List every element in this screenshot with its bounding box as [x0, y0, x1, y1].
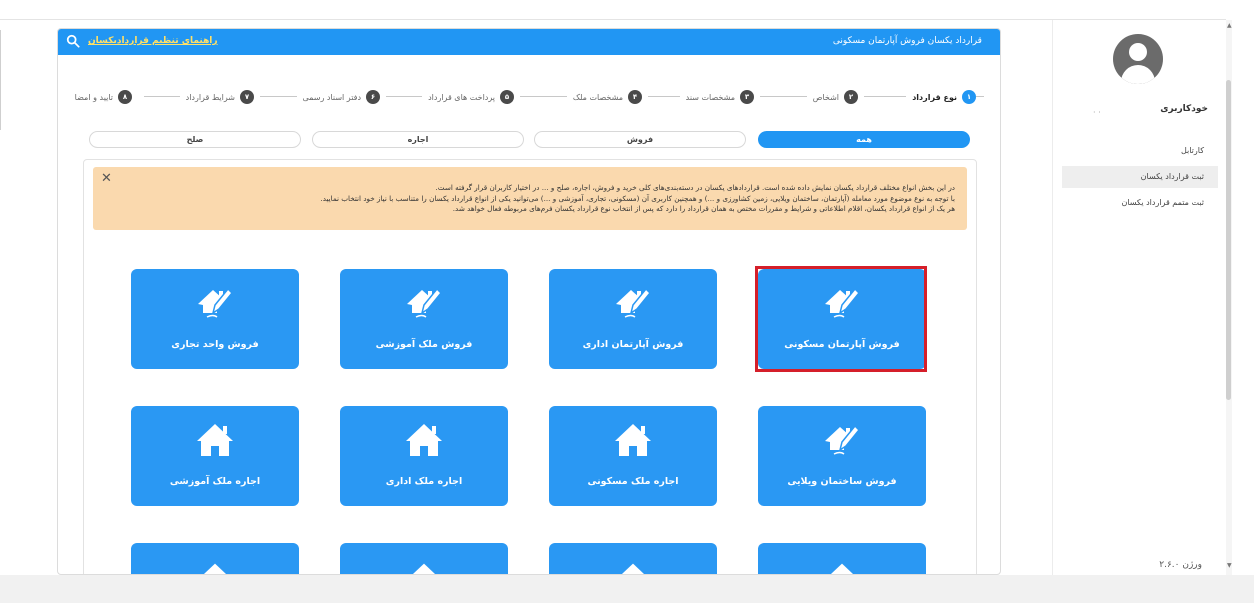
tile-label: فروش ملک آموزشی [375, 339, 473, 350]
step-label: نوع قرارداد [912, 92, 957, 102]
house-pen-icon [198, 287, 234, 318]
card-header: قرارداد یکسان فروش آپارتمان مسکونی راهنم… [58, 29, 1000, 55]
tile-sale-commercial-unit[interactable]: فروش واحد تجاری [131, 269, 299, 369]
sidebar-item-register-addendum[interactable]: ثبت متمم قرارداد یکسان [1062, 192, 1218, 214]
tile-partial[interactable] [758, 543, 926, 574]
tab-settlement[interactable]: صلح [89, 131, 301, 148]
step-number: ۳ [740, 90, 754, 104]
house-pen-icon [407, 287, 443, 318]
tile-rent-residential-property[interactable]: اجاره ملک مسکونی [549, 406, 717, 506]
bottom-band [0, 575, 1254, 603]
tile-label: اجاره ملک آموزشی [169, 476, 261, 487]
stepper: ۱ نوع قرارداد ۲ اشخاص ۳ مشخصات سند ۴ مشخ… [58, 87, 1000, 107]
left-divider [0, 30, 1, 130]
alert-line: هر یک از انواع قرارداد یکسان، اقلام اطلا… [452, 204, 955, 213]
step-number: ۸ [118, 90, 132, 104]
tile-label: فروش آپارتمان اداری [582, 339, 684, 350]
house-icon [830, 563, 854, 574]
top-divider [0, 19, 1226, 20]
scroll-down-icon[interactable]: ▼ [1227, 562, 1232, 569]
step-payments[interactable]: ۵ پرداخت های قرارداد [422, 89, 520, 105]
house-pen-icon [825, 287, 861, 318]
alert-line: در این بخش انواع مختلف قرارداد یکسان نما… [435, 183, 955, 192]
user-name-dots: · · [1093, 108, 1101, 117]
house-icon [621, 563, 645, 574]
step-label: اشخاص [812, 92, 839, 102]
tab-sale[interactable]: فروش [534, 131, 746, 148]
search-icon[interactable] [66, 34, 80, 48]
info-alert: ✕ در این بخش انواع مختلف قرارداد یکسان ن… [93, 167, 967, 230]
guide-link[interactable]: راهنمای تنظیم قراردادیکسان [88, 36, 218, 46]
house-icon [406, 424, 442, 456]
step-label: مشخصات سند [685, 92, 735, 102]
tile-label: فروش آپارتمان مسکونی [784, 339, 900, 350]
step-notary-office[interactable]: ۶ دفتر اسناد رسمی [296, 89, 386, 105]
step-contract-terms[interactable]: ۷ شرایط قرارداد [179, 89, 260, 105]
step-label: تایید و امضا [74, 92, 113, 102]
step-number: ۱ [962, 90, 976, 104]
step-confirm-sign[interactable]: ۸ تایید و امضا [74, 89, 138, 105]
tile-label: اجاره ملک مسکونی [587, 476, 679, 487]
step-number: ۴ [628, 90, 642, 104]
avatar-icon[interactable] [1113, 34, 1163, 84]
house-icon [197, 424, 233, 456]
step-number: ۲ [844, 90, 858, 104]
scrollbar[interactable] [1226, 20, 1232, 575]
tab-all[interactable]: همه [758, 131, 970, 148]
tile-sale-educational-property[interactable]: فروش ملک آموزشی [340, 269, 508, 369]
step-property-details[interactable]: ۴ مشخصات ملک [566, 89, 648, 105]
tile-sale-villa-building[interactable]: فروش ساختمان ویلایی [758, 406, 926, 506]
tile-label: فروش واحد تجاری [171, 339, 259, 350]
tile-label: اجاره ملک اداری [385, 476, 463, 487]
sidebar-item-register-contract[interactable]: ثبت قرارداد یکسان [1062, 166, 1218, 188]
house-icon [615, 424, 651, 456]
step-label: شرایط قرارداد [185, 92, 235, 102]
tile-label: فروش ساختمان ویلایی [787, 476, 897, 487]
scrollbar-thumb[interactable] [1226, 80, 1231, 400]
step-parties[interactable]: ۲ اشخاص [806, 89, 864, 105]
step-label: دفتر اسناد رسمی [302, 92, 362, 102]
tile-rent-educational-property[interactable]: اجاره ملک آموزشی [131, 406, 299, 506]
house-icon [412, 563, 436, 574]
tile-partial[interactable] [131, 543, 299, 574]
sidebar: خودکاربری · · کارتابل ثبت قرارداد یکسان … [1052, 20, 1226, 575]
house-pen-icon [825, 424, 861, 455]
tile-rent-office-property[interactable]: اجاره ملک اداری [340, 406, 508, 506]
step-contract-type[interactable]: ۱ نوع قرارداد [906, 89, 976, 105]
sidebar-item-dashboard[interactable]: کارتابل [1062, 140, 1218, 162]
scroll-up-icon[interactable]: ▲ [1227, 22, 1232, 29]
version-label: ورژن ۲.۶.۰ [1159, 560, 1202, 570]
contract-card: قرارداد یکسان فروش آپارتمان مسکونی راهنم… [57, 28, 1001, 575]
step-number: ۶ [366, 90, 380, 104]
step-label: پرداخت های قرارداد [428, 92, 495, 102]
alert-line: با توجه به نوع موضوع مورد معامله (آپارتم… [320, 193, 955, 203]
step-number: ۵ [500, 90, 514, 104]
tile-partial[interactable] [340, 543, 508, 574]
close-icon[interactable]: ✕ [101, 171, 112, 186]
step-label: مشخصات ملک [572, 92, 623, 102]
step-number: ۷ [240, 90, 254, 104]
user-name: خودکاربری [1160, 104, 1208, 114]
tile-sale-office-apartment[interactable]: فروش آپارتمان اداری [549, 269, 717, 369]
house-pen-icon [616, 287, 652, 318]
house-icon [203, 563, 227, 574]
tile-sale-residential-apartment[interactable]: فروش آپارتمان مسکونی [758, 269, 926, 369]
step-document-details[interactable]: ۳ مشخصات سند [679, 89, 760, 105]
page-title: قرارداد یکسان فروش آپارتمان مسکونی [832, 36, 982, 46]
tab-rent[interactable]: اجاره [312, 131, 524, 148]
tile-partial[interactable] [549, 543, 717, 574]
